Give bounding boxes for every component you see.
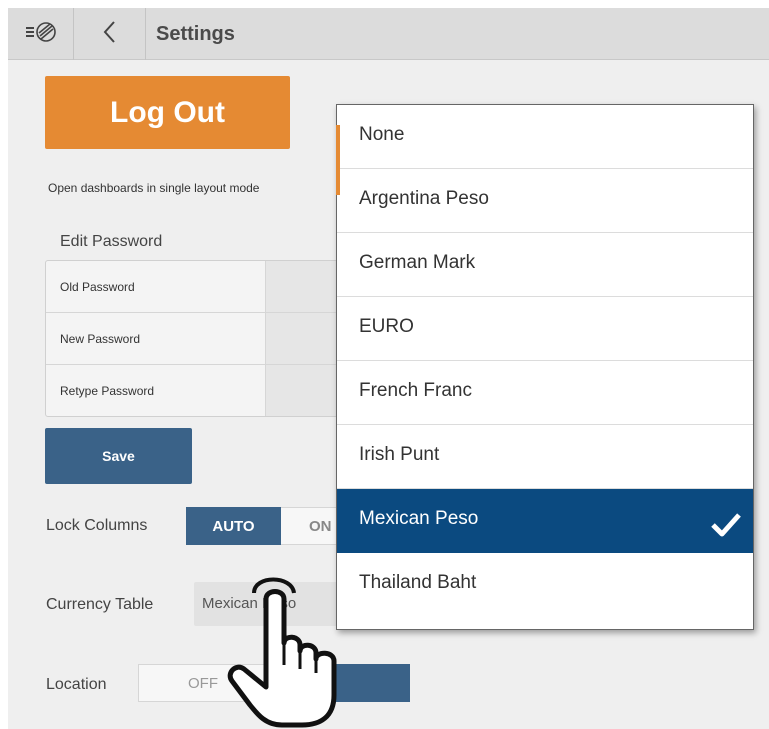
location-label: Location xyxy=(46,676,107,693)
retype-password-field[interactable] xyxy=(265,365,346,416)
dropdown-accent-bar xyxy=(336,125,340,195)
old-password-field[interactable] xyxy=(265,261,346,312)
page-title: Settings xyxy=(156,23,235,45)
dropdown-option[interactable]: French Franc xyxy=(337,361,753,425)
new-password-field[interactable] xyxy=(265,313,346,364)
dropdown-option[interactable]: Argentina Peso xyxy=(337,169,753,233)
old-password-row: Old Password xyxy=(46,261,346,313)
menu-logo-icon xyxy=(24,21,58,48)
retype-password-label: Retype Password xyxy=(60,384,155,398)
logout-button[interactable]: Log Out xyxy=(45,76,290,149)
edit-password-title: Edit Password xyxy=(60,233,163,250)
lock-columns-auto-option[interactable]: AUTO xyxy=(186,507,281,545)
lock-columns-on-option[interactable]: ON xyxy=(281,507,344,545)
single-layout-text: Open dashboards in single layout mode xyxy=(48,181,260,195)
dropdown-option[interactable]: Irish Punt xyxy=(337,425,753,489)
dropdown-option[interactable]: None xyxy=(337,105,753,169)
lock-columns-toggle: AUTO ON xyxy=(186,507,344,545)
retype-password-row: Retype Password xyxy=(46,365,346,417)
location-off-option[interactable]: OFF xyxy=(138,664,268,702)
app: Settings Log Out Open dashboards in sing… xyxy=(0,0,769,729)
currency-table-select[interactable]: Mexican Peso xyxy=(194,582,344,626)
new-password-row: New Password xyxy=(46,313,346,365)
dropdown-option[interactable]: EURO xyxy=(337,297,753,361)
dropdown-option-selected[interactable]: Mexican Peso xyxy=(337,489,753,553)
header-bar: Settings xyxy=(8,8,769,60)
currency-dropdown-menu: None Argentina Peso German Mark EURO Fre… xyxy=(336,104,754,630)
checkmark-icon xyxy=(709,505,743,537)
lock-columns-label: Lock Columns xyxy=(46,517,148,534)
currency-table-label: Currency Table xyxy=(46,596,154,613)
dropdown-option[interactable]: German Mark xyxy=(337,233,753,297)
password-form: Old Password New Password Retype Passwor… xyxy=(45,260,346,417)
location-on-option[interactable] xyxy=(268,664,410,702)
new-password-label: New Password xyxy=(60,332,141,346)
back-button[interactable] xyxy=(74,8,146,60)
dropdown-option-label: Mexican Peso xyxy=(359,508,479,529)
menu-button[interactable] xyxy=(8,8,74,60)
save-button[interactable]: Save xyxy=(45,428,192,484)
dropdown-option[interactable]: Thailand Baht xyxy=(337,553,753,617)
old-password-label: Old Password xyxy=(60,280,135,294)
location-toggle: OFF xyxy=(138,664,410,702)
chevron-left-icon xyxy=(100,19,120,50)
